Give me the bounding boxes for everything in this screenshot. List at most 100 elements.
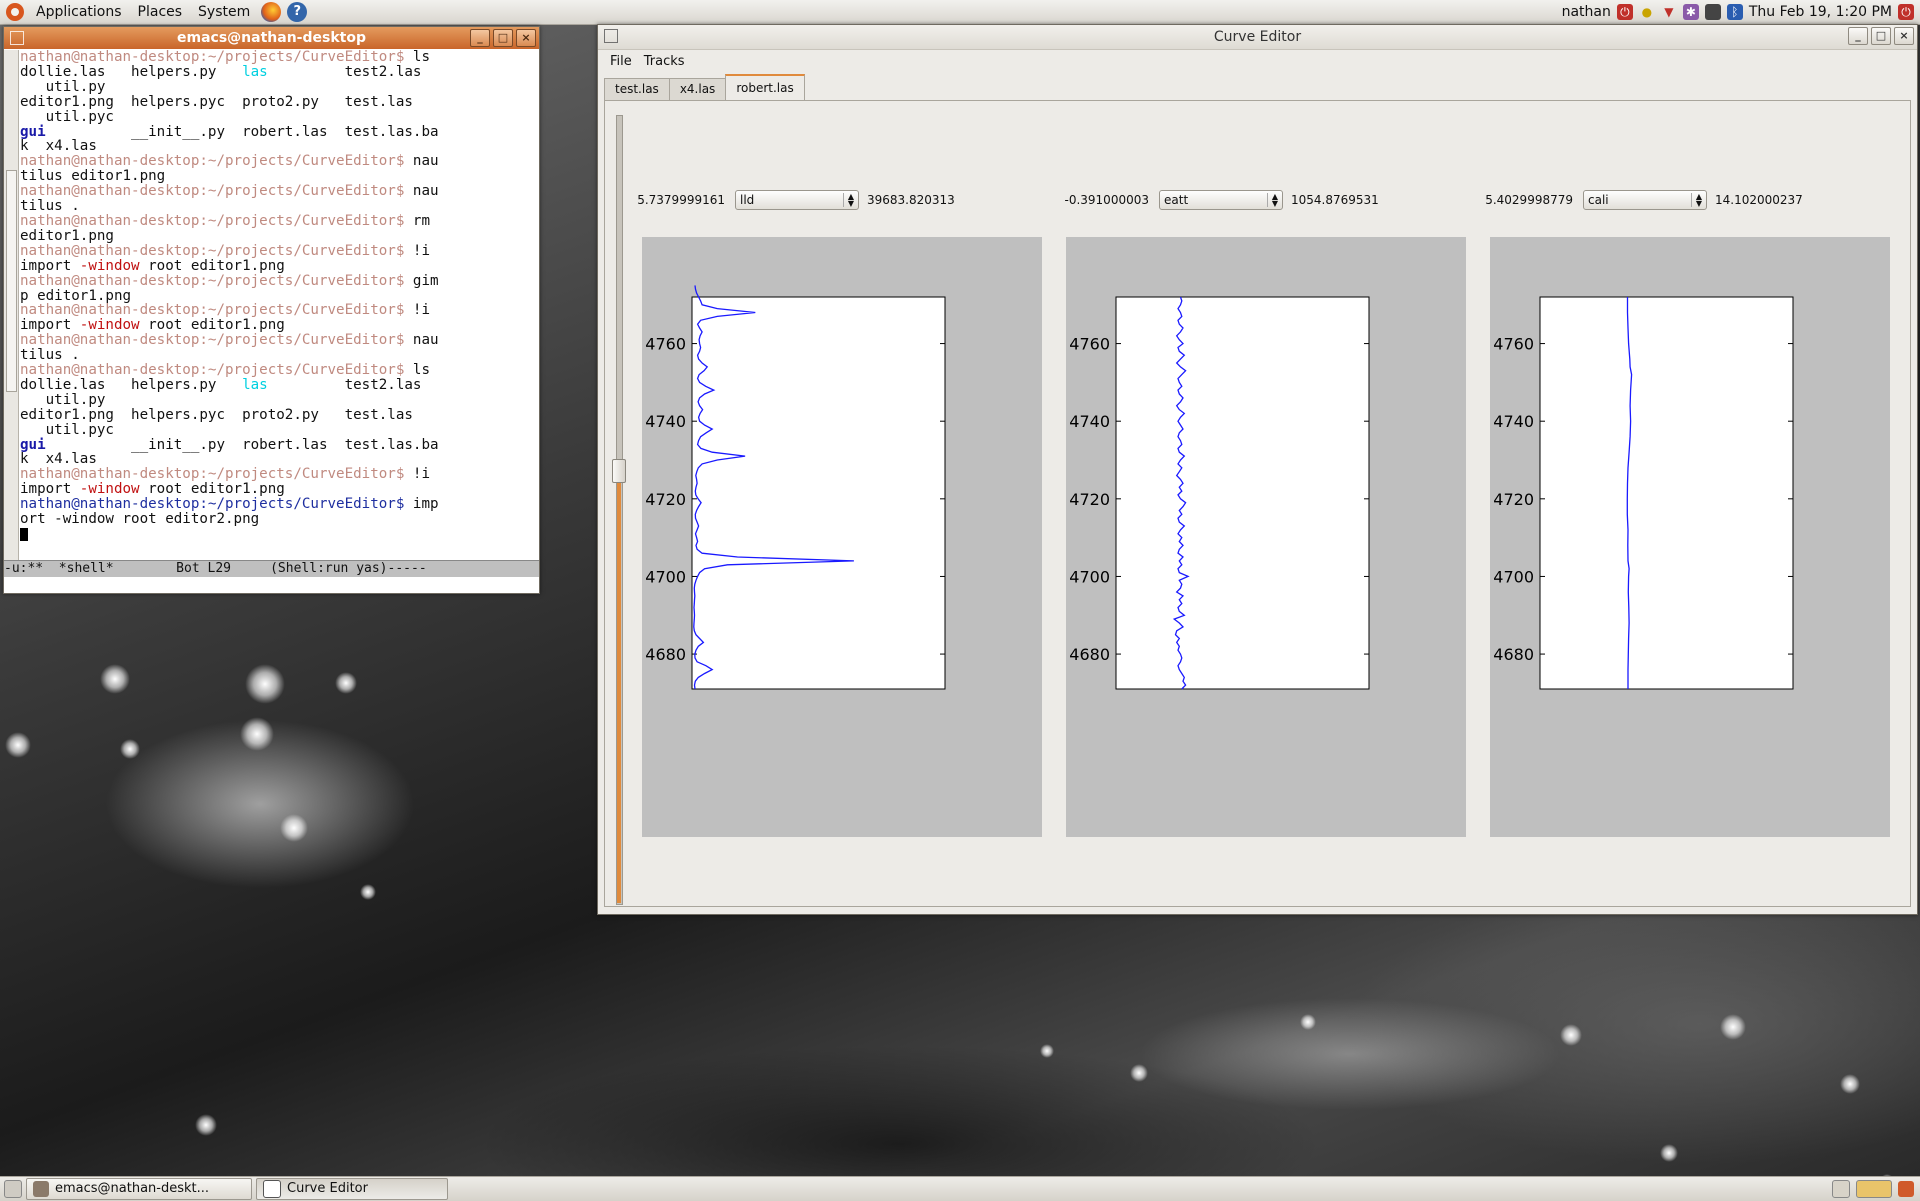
- shell-text: root editor1.png: [139, 481, 285, 498]
- shell-text: nathan@nathan-desktop:~/projects/CurveEd…: [20, 183, 413, 200]
- track-chart-1: 4680 4700 4720 4740 4760: [645, 285, 946, 690]
- task-curve-editor[interactable]: Curve Editor: [256, 1178, 448, 1200]
- curve-select-value: lld: [740, 193, 755, 207]
- tab-x4-las[interactable]: x4.las: [668, 78, 727, 100]
- shell-text: dollie.las helpers.py: [20, 63, 243, 80]
- window-menu-icon[interactable]: [604, 29, 618, 43]
- track-plot-3[interactable]: 4680 4700 4720 4740 4760: [1490, 237, 1890, 837]
- network-icon[interactable]: [1704, 4, 1721, 20]
- emacs-scrollbar[interactable]: [4, 50, 19, 570]
- show-desktop-icon[interactable]: [4, 1180, 22, 1198]
- shell-text: root editor1.png: [139, 257, 285, 274]
- firefox-icon[interactable]: [261, 2, 282, 22]
- shell-text: ls: [412, 50, 431, 65]
- curve-select[interactable]: cali ▲ ▼: [1583, 190, 1707, 210]
- track-plot-1[interactable]: 4680 4700 4720 4740 4760: [642, 237, 1042, 837]
- menu-places[interactable]: Places: [130, 0, 191, 24]
- clock[interactable]: Thu Feb 19, 1:20 PM: [1749, 4, 1892, 20]
- track-max-value: 39683.820313: [867, 193, 955, 207]
- tab-page: 5.7379999161 lld ▲ ▼ 39683.820313 -0.3910…: [604, 100, 1911, 907]
- shell-line: util.py: [20, 79, 526, 95]
- y-tick-label: 4700: [645, 567, 686, 586]
- maximize-button[interactable]: □: [493, 29, 513, 47]
- menu-tracks[interactable]: Tracks: [640, 54, 689, 69]
- lightbulb-icon[interactable]: ●: [1639, 4, 1655, 20]
- select-arrows-icon: ▲ ▼: [1266, 193, 1278, 208]
- file-tabs: test.las x4.las robert.las: [604, 74, 805, 100]
- emacs-minibuffer[interactable]: [4, 577, 539, 593]
- emacs-buffer[interactable]: nathan@nathan-desktop:~/projects/CurveEd…: [4, 50, 539, 570]
- menu-system[interactable]: System: [190, 0, 258, 24]
- shell-text: nau: [412, 183, 439, 200]
- y-tick-label: 4740: [1493, 412, 1534, 431]
- emacs-scrollbar-thumb[interactable]: [6, 170, 17, 392]
- curve-editor-title: Curve Editor: [1213, 29, 1302, 45]
- depth-slider-handle[interactable]: [612, 458, 626, 483]
- shell-line: tilus editor1.png: [20, 169, 526, 184]
- shell-line: k x4.las: [20, 139, 526, 154]
- trash-icon[interactable]: [1898, 1181, 1914, 1197]
- shell-text: nathan@nathan-desktop:~/projects/CurveEd…: [20, 362, 413, 379]
- shutdown-icon[interactable]: ⏻: [1898, 4, 1914, 20]
- track-header-2: -0.391000003 eatt ▲ ▼ 1054.8769531: [1029, 189, 1379, 211]
- emacs-title: emacs@nathan-desktop: [177, 30, 366, 46]
- shell-text: editor1.png helpers.pyc proto2.py test.l…: [20, 93, 413, 110]
- curve-editor-window[interactable]: Curve Editor _ □ × File Tracks test.las …: [597, 24, 1918, 915]
- curve-select-value: eatt: [1164, 193, 1189, 207]
- select-arrows-icon: ▲ ▼: [842, 193, 854, 208]
- curve-select[interactable]: eatt ▲ ▼: [1159, 190, 1283, 210]
- window-menu-icon[interactable]: [10, 31, 24, 45]
- task-emacs[interactable]: emacs@nathan-deskt...: [26, 1178, 252, 1200]
- clipboard-icon[interactable]: [1832, 1180, 1850, 1198]
- menu-file[interactable]: File: [606, 54, 636, 69]
- maximize-button[interactable]: □: [1871, 27, 1891, 45]
- y-tick-label: 4720: [1493, 490, 1534, 509]
- track-chart-3: 4680 4700 4720 4740 4760: [1493, 296, 1794, 690]
- y-tick-label: 4720: [645, 490, 686, 509]
- minimize-button[interactable]: _: [1848, 27, 1868, 45]
- workspace-switcher-icon[interactable]: [1856, 1180, 1892, 1198]
- y-tick-label: 4680: [1493, 645, 1534, 664]
- update-icon[interactable]: ▼: [1661, 4, 1677, 20]
- tab-robert-las[interactable]: robert.las: [725, 74, 805, 100]
- shell-text: nau: [412, 332, 439, 349]
- track-plot-2[interactable]: 4680 4700 4720 4740 4760: [1066, 237, 1466, 837]
- power-icon[interactable]: ⏻: [1616, 4, 1633, 20]
- shell-line: util.pyc: [20, 421, 526, 438]
- shell-output[interactable]: nathan@nathan-desktop:~/projects/CurveEd…: [20, 50, 526, 570]
- shell-text: import: [20, 257, 80, 274]
- tab-test-las[interactable]: test.las: [604, 78, 670, 100]
- shell-line: gui __init__.py robert.las test.las.ba: [20, 437, 526, 453]
- curve-select[interactable]: lld ▲ ▼: [735, 190, 859, 210]
- plot-area: [1115, 296, 1370, 690]
- shell-text: tilus .: [20, 347, 80, 364]
- minimize-button[interactable]: _: [470, 29, 490, 47]
- shell-text: nathan@nathan-desktop:~/projects/CurveEd…: [20, 496, 413, 513]
- plot-area: [1539, 296, 1794, 690]
- curve-editor-titlebar[interactable]: Curve Editor _ □ ×: [598, 25, 1917, 50]
- shell-line: dollie.las helpers.py las test2.las: [20, 63, 526, 80]
- emacs-window[interactable]: emacs@nathan-desktop _ □ × nathan@nathan…: [3, 26, 540, 594]
- y-tick-label: 4720: [1069, 490, 1110, 509]
- close-button[interactable]: ×: [516, 29, 536, 47]
- bluetooth-icon[interactable]: ᛒ: [1726, 4, 1743, 20]
- help-icon[interactable]: ?: [287, 2, 308, 22]
- track-min-value: 5.4029998779: [1485, 193, 1573, 207]
- shell-text: nathan@nathan-desktop:~/projects/CurveEd…: [20, 302, 413, 319]
- close-button[interactable]: ×: [1894, 27, 1914, 45]
- menu-applications[interactable]: Applications: [28, 0, 130, 24]
- ubuntu-logo-icon[interactable]: [6, 3, 24, 21]
- y-tick-label: 4680: [645, 645, 686, 664]
- shell-line: k x4.las: [20, 452, 526, 467]
- emacs-modeline: -u:** *shell* Bot L29 (Shell:run yas)---…: [4, 560, 539, 577]
- shell-text: util.pyc: [20, 108, 114, 125]
- settings-icon[interactable]: ✱: [1682, 4, 1699, 20]
- shell-line: nathan@nathan-desktop:~/projects/CurveEd…: [20, 243, 526, 259]
- shell-line: nathan@nathan-desktop:~/projects/CurveEd…: [20, 333, 526, 348]
- shell-text: nathan@nathan-desktop:~/projects/CurveEd…: [20, 332, 413, 349]
- user-name[interactable]: nathan: [1562, 4, 1611, 20]
- shell-text: -window: [79, 317, 140, 334]
- shell-line: import -window root editor1.png: [20, 482, 526, 497]
- emacs-titlebar[interactable]: emacs@nathan-desktop _ □ ×: [4, 27, 539, 49]
- shell-text: util.pyc: [20, 421, 114, 438]
